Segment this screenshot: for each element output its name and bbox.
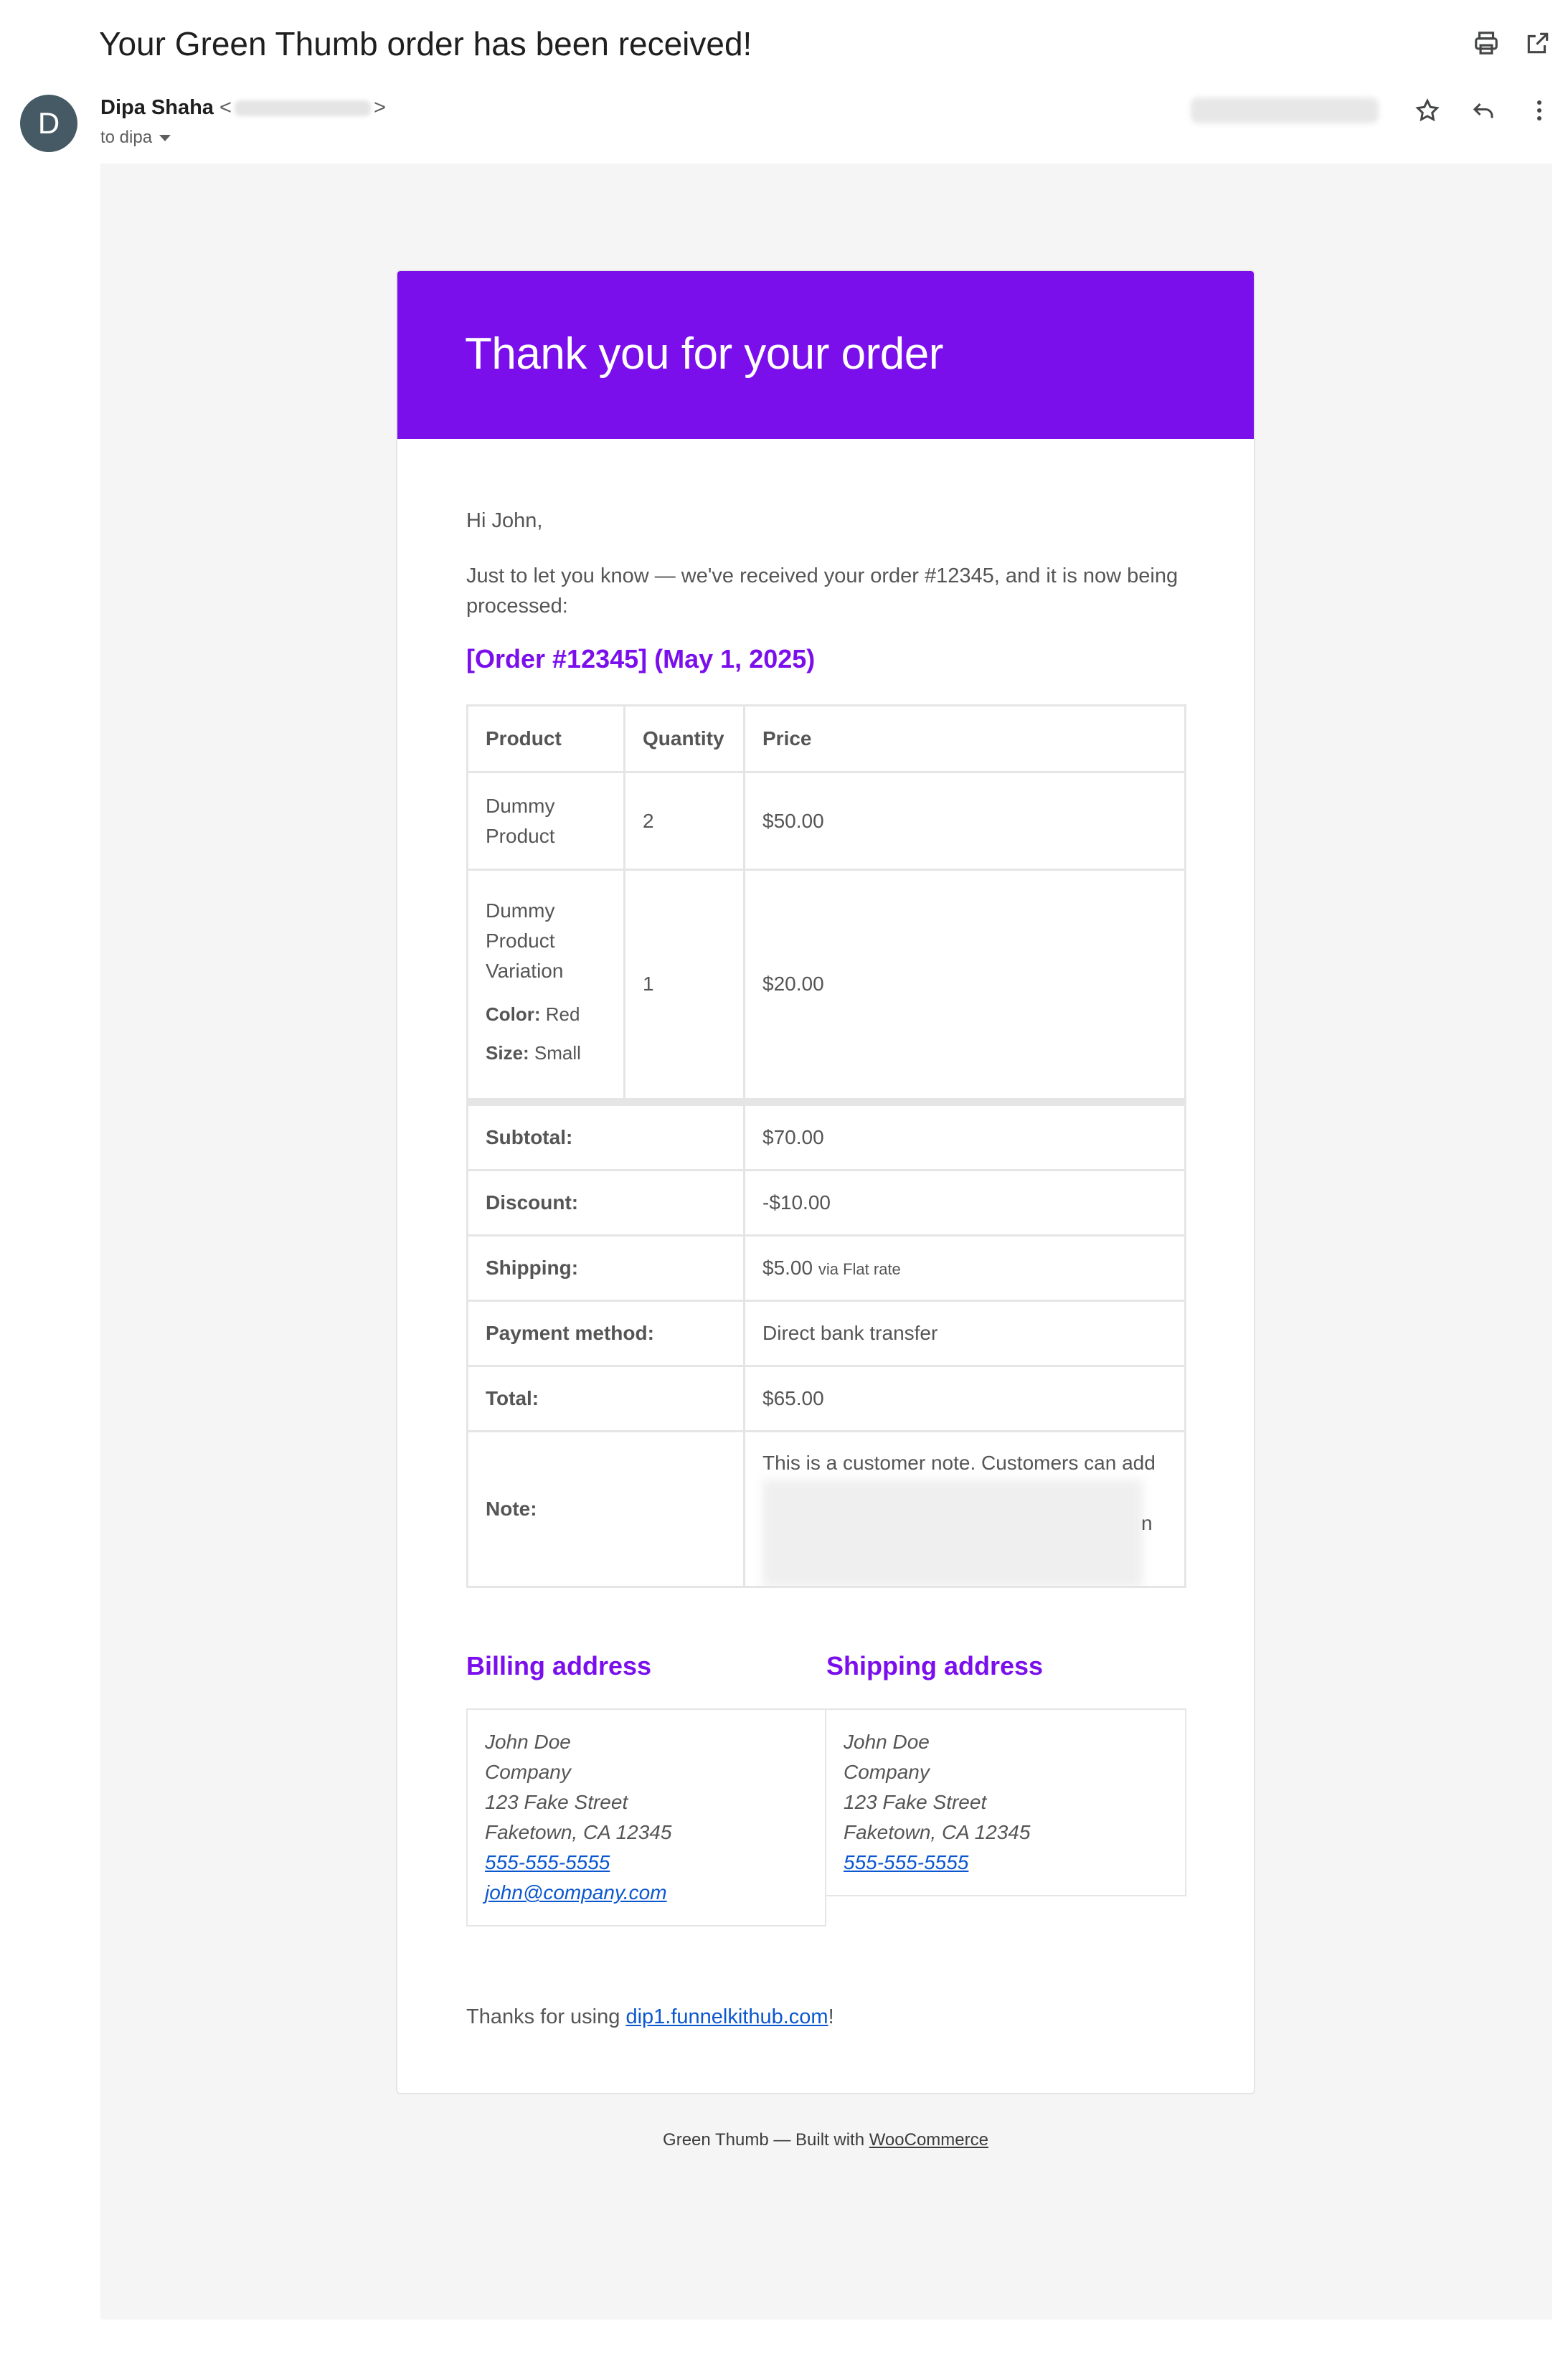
item-meta: Color: Red Size: Small <box>486 995 606 1072</box>
top-actions <box>1470 27 1554 59</box>
open-in-new-window-icon[interactable] <box>1522 27 1554 59</box>
address-line: John Doe <box>485 1731 571 1753</box>
total-value: -$10.00 <box>743 1168 1186 1237</box>
email-footer: Green Thumb — Built with WooCommerce <box>396 2130 1255 2150</box>
thanks-suffix: ! <box>828 2005 834 2028</box>
total-label: Discount: <box>466 1168 745 1237</box>
intro-text: Just to let you know — we've received yo… <box>466 564 1179 618</box>
shipping-phone-link[interactable]: 555-555-5555 <box>844 1851 968 1873</box>
item-price: $50.00 <box>743 771 1186 871</box>
address-line: Company <box>485 1761 571 1783</box>
payment-row: Payment method: Direct bank transfer <box>466 1299 1186 1367</box>
email-header-title: Thank you for your order <box>465 329 943 379</box>
thanks-line: Thanks for using dip1.funnelkithub.com! <box>466 2005 834 2029</box>
order-title: [Order #12345] (May 1, 2025) <box>466 644 816 673</box>
site-link[interactable]: dip1.funnelkithub.com <box>625 2005 828 2028</box>
col-price: Price <box>743 704 1186 773</box>
item-qty: 2 <box>623 771 745 871</box>
chevron-down-icon[interactable] <box>159 134 171 141</box>
address-line: 123 Fake Street <box>485 1791 628 1813</box>
item-cell: Dummy Product Variation Color: Red Size:… <box>466 869 625 1102</box>
billing-email-link[interactable]: john@company.com <box>485 1881 667 1904</box>
avatar[interactable]: D <box>20 95 77 152</box>
subtotal-row: Subtotal: $70.00 <box>466 1103 1186 1171</box>
note-text: This is a customer note. Customers can a… <box>762 1451 1156 1474</box>
total-label: Total: <box>466 1364 745 1432</box>
total-value: $5.00 <box>762 1256 813 1279</box>
meta-value: Red <box>545 1003 580 1026</box>
email-card: Thank you for your order Hi John, Just t… <box>396 270 1255 2094</box>
shipping-address: John Doe Company 123 Fake Street Faketow… <box>825 1708 1186 1896</box>
recipient-details[interactable]: to dipa <box>100 128 171 148</box>
total-label: Shipping: <box>466 1234 745 1302</box>
more-options-icon[interactable] <box>1524 95 1555 126</box>
sender-email-redacted <box>234 100 371 117</box>
star-icon[interactable] <box>1412 95 1443 126</box>
meta-value: Small <box>534 1042 581 1064</box>
billing-address: John Doe Company 123 Fake Street Faketow… <box>466 1708 826 1926</box>
greeting: Hi John, <box>466 509 543 532</box>
note-cell: This is a customer note. Customers can a… <box>743 1429 1186 1588</box>
shipping-cell: $5.00 via Flat rate <box>743 1234 1186 1302</box>
item-name: Dummy Product Variation <box>486 899 564 983</box>
timestamp-redacted <box>1191 98 1379 123</box>
thanks-prefix: Thanks for using <box>466 2005 626 2028</box>
address-line: Company <box>844 1761 930 1783</box>
col-product: Product <box>466 704 625 773</box>
item-price: $20.00 <box>743 869 1186 1102</box>
shipping-title: Shipping address <box>826 1651 1044 1680</box>
address-line: Faketown, CA 12345 <box>844 1821 1031 1843</box>
note-redacted <box>762 1479 1143 1584</box>
shipping-method: via Flat rate <box>818 1259 901 1278</box>
order-table: Product Quantity Price Dummy Product 2 $… <box>466 704 1186 1588</box>
sender-close-bracket: > <box>373 96 386 119</box>
total-value: $70.00 <box>743 1103 1186 1171</box>
footer-prefix: Green Thumb — Built with <box>663 2130 869 2150</box>
note-label: Note: <box>466 1429 745 1588</box>
shipping-row: Shipping: $5.00 via Flat rate <box>466 1234 1186 1302</box>
total-value: $65.00 <box>743 1364 1186 1432</box>
table-header-row: Product Quantity Price <box>466 704 1186 773</box>
meta-key: Size: <box>486 1042 529 1064</box>
message-actions <box>1412 95 1555 126</box>
note-row: Note: This is a customer note. Customers… <box>466 1429 1186 1588</box>
total-label: Payment method: <box>466 1299 745 1367</box>
sender-open-bracket: < <box>219 96 232 119</box>
address-line: 123 Fake Street <box>844 1791 987 1813</box>
meta-key: Color: <box>486 1003 541 1026</box>
billing-phone-link[interactable]: 555-555-5555 <box>485 1851 610 1873</box>
address-line: Faketown, CA 12345 <box>485 1821 672 1843</box>
woocommerce-link[interactable]: WooCommerce <box>869 2130 988 2150</box>
address-line: John Doe <box>844 1731 930 1753</box>
email-header: Thank you for your order <box>397 271 1254 439</box>
total-value: Direct bank transfer <box>743 1299 1186 1367</box>
col-quantity: Quantity <box>623 704 745 773</box>
sender-name[interactable]: Dipa Shaha <box>100 96 214 119</box>
reply-icon[interactable] <box>1468 95 1499 126</box>
total-row: Total: $65.00 <box>466 1364 1186 1432</box>
print-icon[interactable] <box>1470 27 1502 59</box>
table-row: Dummy Product 2 $50.00 <box>466 771 1186 871</box>
note-trail: n <box>1141 1511 1153 1534</box>
discount-row: Discount: -$10.00 <box>466 1168 1186 1237</box>
billing-title: Billing address <box>466 1651 652 1680</box>
item-name: Dummy Product <box>466 771 625 871</box>
sender-line: Dipa Shaha < > <box>100 96 386 120</box>
total-label: Subtotal: <box>466 1103 745 1171</box>
item-qty: 1 <box>623 869 745 1102</box>
email-subject: Your Green Thumb order has been received… <box>99 25 752 62</box>
to-label: to dipa <box>100 128 153 147</box>
table-row: Dummy Product Variation Color: Red Size:… <box>466 869 1186 1102</box>
